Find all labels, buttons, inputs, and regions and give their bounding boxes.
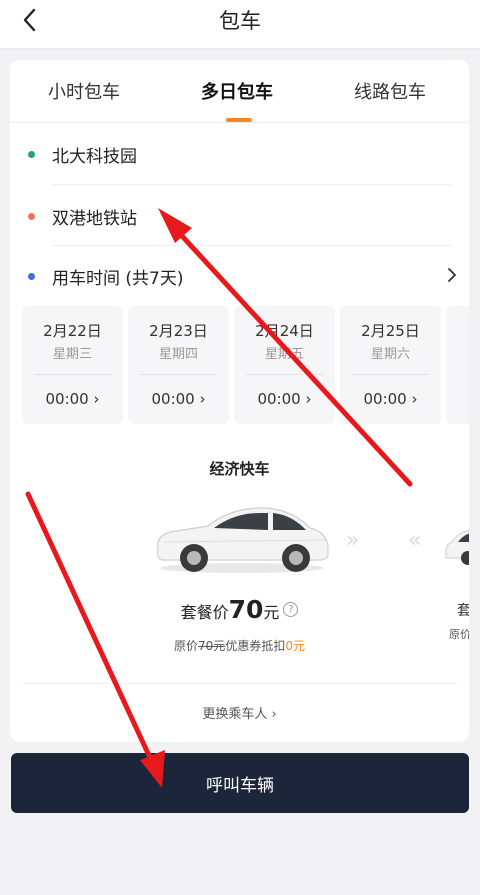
start-location-row[interactable]: 北大科技园 [10,124,469,184]
call-vehicle-button[interactable]: 呼叫车辆 [11,753,469,813]
time-row[interactable]: 用车时间 (共7天) [10,246,469,306]
change-passenger-link[interactable]: 更换乘车人 › [10,703,469,722]
chevron-right-icon: › [199,390,206,408]
day-time: 00:00 › [234,390,335,408]
end-location-row[interactable]: 双港地铁站 [10,186,469,246]
change-passenger-label: 更换乘车人 [202,707,268,722]
chevron-right-icon[interactable] [445,268,459,282]
day-card[interactable]: 2月22日 星期三 00:00 › [22,306,123,424]
next-car-orig-partial: 原价 [449,628,469,641]
orig-prefix: 原价 [174,639,199,653]
tab-bar: 小时包车 多日包车 线路包车 [10,60,469,123]
swipe-left-hint-icon: ‹‹ [408,528,421,553]
package-price: 套餐价70元? [10,595,469,624]
day-time: 00:00 › [128,390,229,408]
active-tab-indicator [226,118,252,122]
day-picker: 2月22日 星期三 00:00 › 2月23日 星期四 00:00 › 2月24… [22,306,469,426]
divider [34,374,111,375]
day-date: 2月22日 [43,322,102,340]
divider [22,683,457,684]
day-card[interactable]: 2月25日 星期六 00:00 › [340,306,441,424]
day-time: 00:00 › [340,390,441,408]
day-card-partial[interactable] [446,306,469,424]
next-car-price-partial: 套 [457,603,469,619]
day-date: 2月25日 [361,322,420,340]
divider [140,374,217,375]
day-time: 00:00 › [22,390,123,408]
day-date: 2月23日 [149,322,208,340]
day-card[interactable]: 2月24日 星期五 00:00 › [234,306,335,424]
header-bar: 包车 [0,0,480,49]
question-circle-icon[interactable]: ? [283,602,299,617]
divider [246,374,323,375]
price-unit: 元 [263,603,280,622]
chevron-right-icon: › [305,390,312,408]
booking-card: 小时包车 多日包车 线路包车 北大科技园 双港地铁站 用车时间 (共7天) 2月… [10,60,469,742]
discount-value: 0元 [285,639,305,653]
time-dot-icon [28,273,35,280]
day-time-value: 00:00 [45,390,89,408]
divider [52,184,451,185]
day-weekday: 星期五 [264,347,304,362]
swipe-right-hint-icon: ›› [346,528,359,553]
page-title: 包车 [219,9,261,33]
orig-price: 70元 [198,639,226,653]
day-time-value: 00:00 [257,390,301,408]
car-type-title: 经济快车 [209,460,270,478]
discount-text: 优惠券抵扣 [225,639,286,653]
chevron-right-icon: › [93,390,100,408]
day-card[interactable]: 2月23日 星期四 00:00 › [128,306,229,424]
next-car-image-icon [445,529,469,565]
time-label: 用车时间 (共7天) [52,269,184,289]
day-weekday: 星期四 [158,347,198,362]
start-location-text: 北大科技园 [52,147,137,167]
car-image-icon [156,507,329,573]
chevron-right-icon: › [271,707,277,722]
day-time-value: 00:00 [363,390,407,408]
day-weekday: 星期六 [370,347,410,362]
tab-hourly[interactable]: 小时包车 [48,78,120,104]
end-dot-icon [28,213,35,220]
tab-route[interactable]: 线路包车 [354,78,426,104]
price-amount: 70 [228,595,264,624]
tab-multi-day[interactable]: 多日包车 [201,78,273,104]
day-date: 2月24日 [255,322,314,340]
end-location-text: 双港地铁站 [52,209,137,229]
chevron-right-icon: › [411,390,418,408]
divider [352,374,429,375]
price-label: 套餐价 [180,603,229,622]
day-time-value: 00:00 [151,390,195,408]
start-dot-icon [28,151,35,158]
original-price-line: 原价70元优惠券抵扣0元 [10,637,469,654]
day-weekday: 星期三 [52,347,92,362]
